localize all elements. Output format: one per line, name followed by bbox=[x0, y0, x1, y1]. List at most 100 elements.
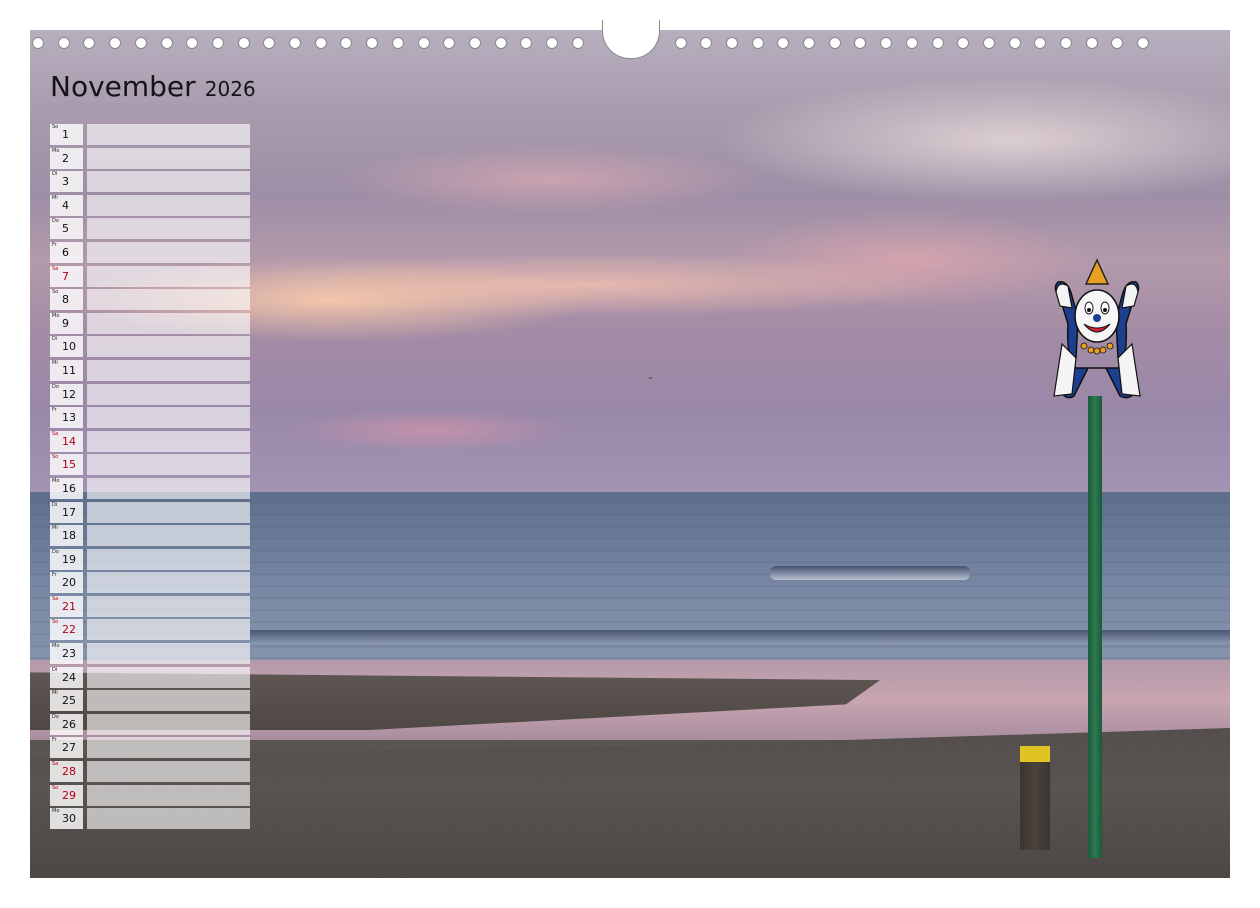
day-box: Mo 23 bbox=[50, 643, 83, 665]
note-field bbox=[87, 737, 250, 759]
day-row: Sa 28 bbox=[50, 761, 250, 783]
binding-ring bbox=[1085, 37, 1098, 49]
binding-ring bbox=[443, 37, 456, 49]
weekday-label: Di bbox=[52, 501, 58, 508]
weekday-label: Fr bbox=[52, 407, 57, 414]
day-list: So 1 Mo 2 Di 3 Mi 4 Do 5 Fr 6 Sa 7 So 8 Mo 9 Di 10 Mi 11 Do 12 F… bbox=[50, 124, 250, 832]
day-number: 1 bbox=[62, 128, 69, 141]
note-field bbox=[87, 595, 250, 617]
weekday-label: Do bbox=[52, 548, 59, 555]
day-number: 19 bbox=[62, 552, 76, 566]
note-field bbox=[87, 124, 250, 145]
note-field bbox=[87, 147, 250, 169]
weekday-label: Mi bbox=[52, 194, 58, 201]
weekday-label: Mo bbox=[52, 312, 60, 319]
note-field bbox=[87, 359, 250, 381]
bird-icon: ⌄ bbox=[647, 372, 654, 381]
weekday-label: Do bbox=[52, 713, 59, 720]
weekday-label: Sa bbox=[52, 430, 59, 437]
binding-ring bbox=[109, 37, 122, 49]
day-number: 26 bbox=[62, 717, 76, 731]
weekday-label: Di bbox=[52, 336, 58, 343]
day-box: Mi 11 bbox=[50, 359, 83, 381]
note-field bbox=[87, 194, 250, 216]
binding-ring bbox=[391, 37, 404, 49]
weekday-label: So bbox=[52, 619, 59, 626]
wave bbox=[770, 566, 970, 580]
day-box: Mi 25 bbox=[50, 690, 83, 712]
binding-ring bbox=[134, 37, 147, 49]
note-field bbox=[87, 171, 250, 193]
day-number: 7 bbox=[62, 269, 69, 283]
day-number: 16 bbox=[62, 481, 76, 495]
weekday-label: So bbox=[52, 784, 59, 791]
day-row: Mo 2 bbox=[50, 147, 250, 169]
day-number: 24 bbox=[62, 670, 76, 684]
weekday-label: Sa bbox=[52, 595, 59, 602]
weekday-label: Di bbox=[52, 171, 58, 178]
binding-ring bbox=[186, 37, 199, 49]
day-box: Sa 14 bbox=[50, 430, 83, 452]
day-box: Mo 9 bbox=[50, 312, 83, 334]
day-number: 27 bbox=[62, 741, 76, 755]
day-row: Do 12 bbox=[50, 383, 250, 405]
note-field bbox=[87, 761, 250, 783]
note-field bbox=[87, 241, 250, 263]
binding-ring bbox=[957, 37, 970, 49]
binding-ring bbox=[700, 37, 713, 49]
binding-ring bbox=[289, 37, 301, 49]
day-row: Do 5 bbox=[50, 218, 250, 240]
day-number: 12 bbox=[62, 387, 76, 401]
day-row: Fr 6 bbox=[50, 241, 250, 263]
binding-ring bbox=[725, 37, 738, 49]
day-row: So 15 bbox=[50, 454, 250, 476]
day-number: 3 bbox=[62, 175, 69, 189]
signpost-pole bbox=[1088, 396, 1102, 858]
day-row: Mi 18 bbox=[50, 525, 250, 547]
day-number: 22 bbox=[62, 623, 76, 637]
weekday-label: Mo bbox=[52, 808, 60, 815]
binding-ring bbox=[211, 37, 224, 49]
note-field bbox=[87, 525, 250, 547]
day-row: So 22 bbox=[50, 619, 250, 641]
binding-ring bbox=[571, 37, 584, 49]
binding-ring bbox=[83, 37, 96, 49]
binding-ring bbox=[777, 37, 790, 49]
weekday-label: Mi bbox=[52, 525, 58, 532]
day-row: Fr 27 bbox=[50, 737, 250, 759]
weekday-label: So bbox=[52, 124, 59, 130]
note-field bbox=[87, 430, 250, 452]
binding-ring bbox=[520, 37, 533, 49]
day-number: 2 bbox=[62, 151, 69, 165]
day-box: Sa 21 bbox=[50, 595, 83, 617]
day-row: So 8 bbox=[50, 289, 250, 311]
day-number: 5 bbox=[62, 222, 69, 236]
binding-ring bbox=[751, 37, 764, 49]
note-field bbox=[87, 477, 250, 499]
day-row: Sa 21 bbox=[50, 595, 250, 617]
day-number: 30 bbox=[62, 812, 76, 826]
day-box: Do 26 bbox=[50, 713, 83, 735]
day-box: Di 17 bbox=[50, 501, 83, 523]
day-box: Di 3 bbox=[50, 171, 83, 193]
weekday-label: Mi bbox=[52, 690, 58, 697]
binding-ring bbox=[982, 37, 995, 49]
day-box: Di 10 bbox=[50, 336, 83, 358]
day-number: 17 bbox=[62, 505, 76, 519]
weekday-label: Mo bbox=[52, 643, 60, 650]
day-row: Mi 4 bbox=[50, 194, 250, 216]
binding-ring bbox=[160, 37, 173, 49]
note-field bbox=[87, 690, 250, 712]
day-number: 29 bbox=[62, 788, 76, 802]
day-row: Mo 16 bbox=[50, 477, 250, 499]
binding-ring bbox=[828, 37, 841, 49]
note-field bbox=[87, 501, 250, 523]
day-number: 25 bbox=[62, 694, 76, 708]
day-number: 11 bbox=[62, 363, 76, 377]
day-row: Di 10 bbox=[50, 336, 250, 358]
month-label: November bbox=[50, 70, 196, 103]
binding-ring bbox=[366, 37, 379, 49]
note-field bbox=[87, 407, 250, 429]
day-box: Fr 13 bbox=[50, 407, 83, 429]
note-field bbox=[87, 454, 250, 476]
